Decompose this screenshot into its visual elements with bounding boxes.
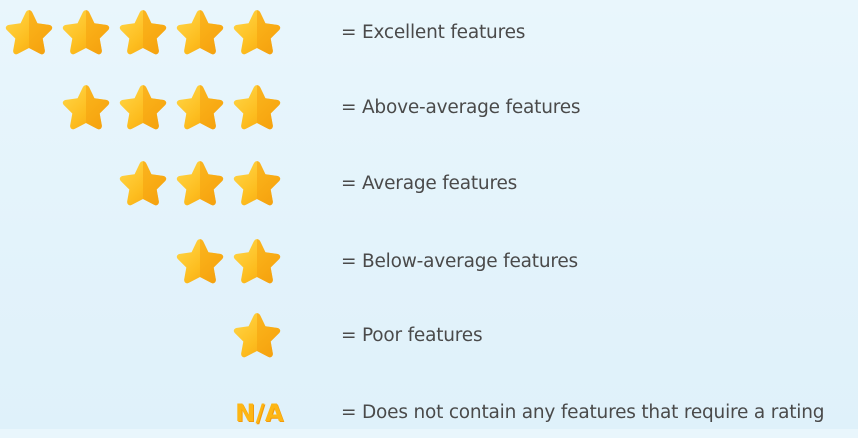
rating-5-stars: [2, 8, 284, 58]
rating-label: = Above-average features: [341, 97, 581, 118]
rating-label: = Does not contain any features that req…: [341, 402, 825, 423]
star-icon: [116, 83, 170, 133]
star-icon: [230, 83, 284, 133]
star-icon: [2, 8, 56, 58]
star-icon: [116, 8, 170, 58]
legend-row-4-stars: = Above-average features: [0, 83, 858, 133]
star-icon: [173, 8, 227, 58]
star-icon: [59, 83, 113, 133]
star-icon: [230, 237, 284, 287]
star-icon: [59, 8, 113, 58]
star-icon: [230, 311, 284, 361]
rating-legend: = Excellent features = Above-average fea…: [0, 0, 858, 429]
rating-label: = Excellent features: [341, 22, 526, 43]
rating-2-stars: [173, 237, 284, 287]
legend-row-1-star: = Poor features: [0, 311, 858, 361]
legend-row-5-stars: = Excellent features: [0, 8, 858, 58]
rating-3-stars: [116, 159, 284, 209]
star-icon: [116, 159, 170, 209]
legend-row-na: N/A = Does not contain any features that…: [0, 388, 858, 438]
legend-row-2-stars: = Below-average features: [0, 237, 858, 287]
legend-row-3-stars: = Average features: [0, 159, 858, 209]
star-icon: [173, 237, 227, 287]
rating-label: = Average features: [341, 173, 518, 194]
rating-label: = Poor features: [341, 325, 483, 346]
rating-4-stars: [59, 83, 284, 133]
star-icon: [230, 8, 284, 58]
star-icon: [230, 159, 284, 209]
na-badge: N/A: [235, 399, 284, 427]
rating-label: = Below-average features: [341, 251, 578, 272]
star-icon: [173, 83, 227, 133]
rating-1-star: [230, 311, 284, 361]
star-icon: [173, 159, 227, 209]
